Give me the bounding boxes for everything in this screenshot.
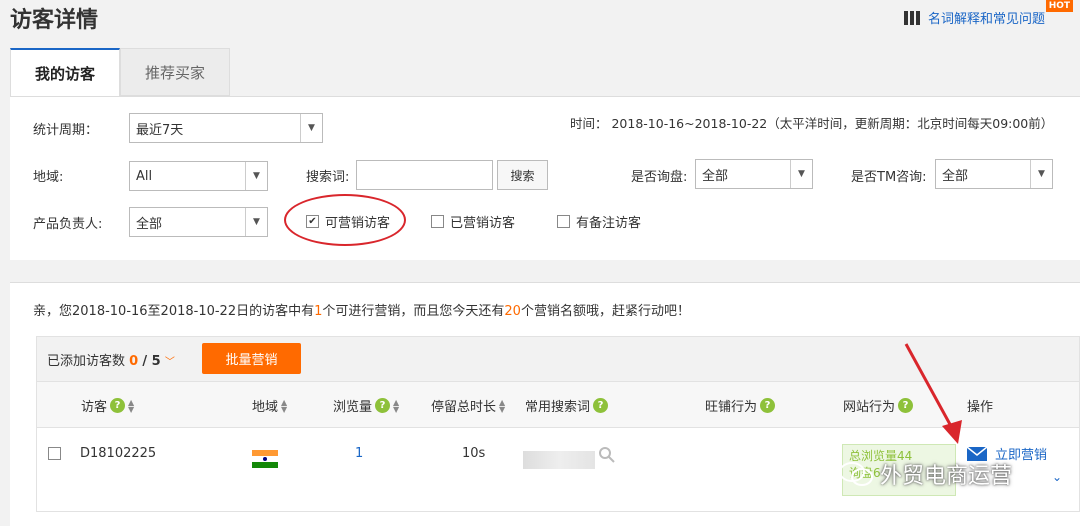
chevron-down-icon: ▼	[245, 208, 267, 236]
checkbox-box	[431, 215, 444, 228]
inquiry-select[interactable]: 全部 ▼	[695, 159, 813, 189]
annotation-circle	[284, 194, 406, 246]
th-region[interactable]: 地域 ▲ ▼	[252, 396, 287, 415]
blurred-keyword	[523, 451, 595, 469]
notice-text: 亲，您2018-10-16至2018-10-22日的访客中有1个可进行营销，而且…	[33, 304, 690, 319]
th-views[interactable]: 浏览量? ▲ ▼	[333, 396, 399, 415]
period-select[interactable]: 最近7天 ▼	[129, 113, 323, 143]
inquiry-value: 全部	[702, 168, 729, 184]
chevron-down-icon: ▼	[790, 160, 812, 188]
india-flag-icon	[252, 450, 278, 468]
help-icon: ?	[760, 398, 776, 413]
help-icon: ?	[110, 398, 126, 413]
visitor-id: D18102225	[80, 446, 157, 461]
help-link[interactable]: 名词解释和常见问题 HOT	[904, 0, 1074, 27]
keyword-input[interactable]	[356, 160, 493, 190]
wechat-icon	[839, 462, 873, 486]
inquiry-label: 是否询盘:	[631, 170, 688, 185]
keyword-label: 搜索词:	[306, 170, 350, 185]
row-checkbox[interactable]	[48, 447, 61, 460]
th-visitor[interactable]: 访客? ▲ ▼	[81, 396, 134, 415]
th-duration[interactable]: 停留总时长 ▲ ▼	[431, 396, 505, 415]
help-icon: ?	[593, 398, 609, 413]
sort-icon: ▲ ▼	[281, 397, 288, 414]
tm-value: 全部	[942, 168, 969, 184]
th-shop-behavior: 旺铺行为?	[705, 396, 776, 415]
book-icon	[904, 10, 920, 25]
search-button[interactable]: 搜索	[497, 160, 548, 190]
watermark: 外贸电商运营	[838, 458, 1012, 490]
help-link-label: 名词解释和常见问题	[928, 12, 1046, 27]
time-info: 时间： 2018-10-16~2018-10-22（太平洋时间，更新周期：北京时…	[570, 116, 1054, 131]
hot-badge: HOT	[1045, 0, 1074, 12]
chevron-down-icon: ▼	[300, 114, 322, 142]
region-select[interactable]: All ▼	[129, 161, 268, 191]
owner-label: 产品负责人:	[33, 217, 103, 232]
bulk-marketing-button[interactable]: 批量营销	[202, 343, 301, 374]
sort-icon: ▲ ▼	[128, 397, 135, 414]
sort-icon: ▲ ▼	[393, 397, 400, 414]
quota-count: 20	[504, 304, 521, 319]
tab-bar: 我的访客 推荐买家	[10, 48, 230, 97]
duration-value: 10s	[462, 446, 486, 461]
period-value: 最近7天	[136, 122, 184, 138]
chevron-down-icon: ▼	[245, 162, 267, 190]
sort-icon: ▲ ▼	[499, 397, 506, 414]
noted-label: 有备注访客	[576, 216, 642, 231]
tm-label: 是否TM咨询:	[851, 170, 927, 185]
marketed-checkbox[interactable]: 已营销访客	[431, 212, 515, 231]
magnifier-icon[interactable]	[598, 446, 616, 468]
help-icon: ?	[375, 398, 391, 413]
tab-my-visitors[interactable]: 我的访客	[10, 48, 120, 97]
owner-value: 全部	[136, 216, 163, 232]
region-label: 地域:	[33, 170, 64, 185]
checkbox-box	[557, 215, 570, 228]
th-keywords: 常用搜索词?	[525, 396, 609, 415]
chevron-down-icon: ▼	[1030, 160, 1052, 188]
page-title: 访客详情	[10, 8, 99, 33]
region-value: All	[136, 168, 153, 184]
period-label: 统计周期：	[33, 123, 99, 138]
expand-chevron-icon[interactable]: ⌄	[1052, 470, 1062, 484]
views-value[interactable]: 1	[355, 446, 363, 461]
noted-checkbox[interactable]: 有备注访客	[557, 212, 641, 231]
added-count: 已添加访客数 0 / 5 ﹀	[47, 354, 175, 369]
tm-select[interactable]: 全部 ▼	[935, 159, 1053, 189]
tab-recommended-buyers[interactable]: 推荐买家	[120, 48, 230, 96]
marketed-label: 已营销访客	[450, 216, 516, 231]
chevron-down-icon: ﹀	[164, 357, 175, 368]
th-actions: 操作	[967, 400, 994, 415]
annotation-arrow	[904, 343, 962, 444]
owner-select[interactable]: 全部 ▼	[129, 207, 268, 237]
